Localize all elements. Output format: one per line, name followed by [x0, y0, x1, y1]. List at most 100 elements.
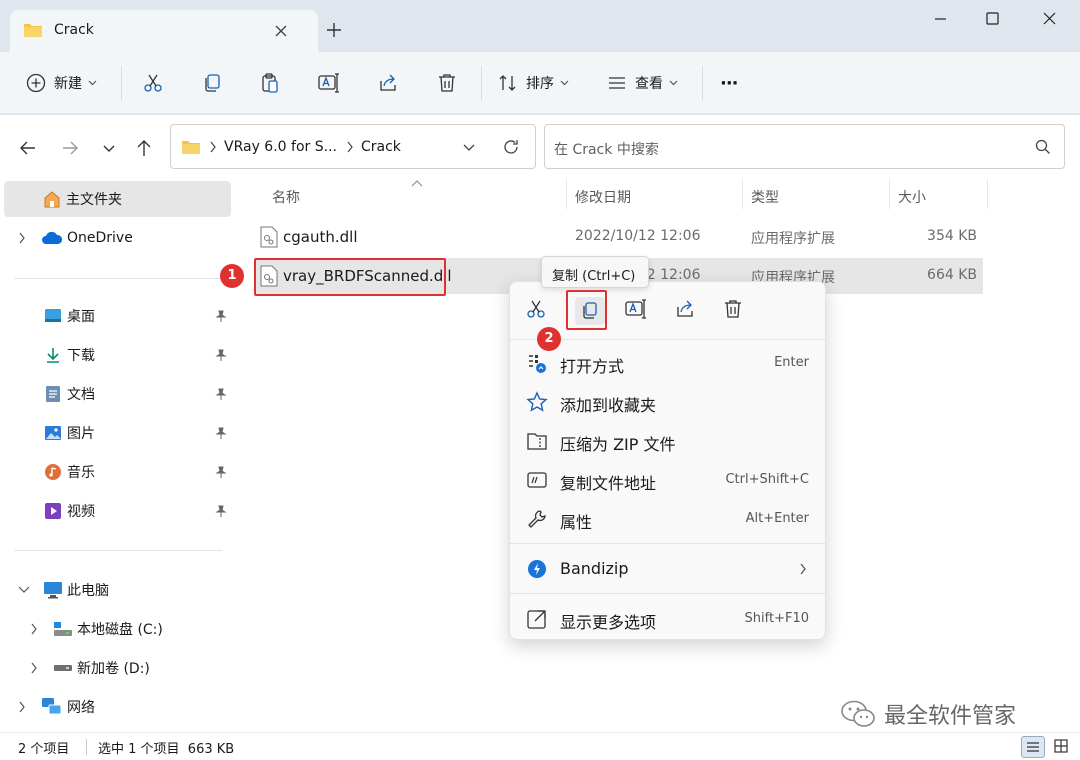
ctx-copy-path[interactable]: 复制文件地址 Ctrl+Shift+C: [510, 461, 827, 499]
ctx-delete-button[interactable]: [722, 298, 748, 324]
share-button[interactable]: [377, 68, 399, 98]
ctx-item-label: 复制文件地址: [560, 474, 657, 493]
sidebar-item-label: 下载: [67, 348, 95, 364]
back-button[interactable]: [17, 137, 39, 159]
sidebar-item-videos[interactable]: 视频: [0, 493, 233, 529]
tab-crack[interactable]: Crack: [10, 10, 318, 52]
more-options-button[interactable]: ···: [720, 68, 738, 98]
chevron-right-icon[interactable]: [30, 623, 38, 635]
paste-button[interactable]: [259, 68, 281, 98]
details-view-button[interactable]: [1021, 736, 1045, 758]
breadcrumb-parent[interactable]: VRay 6.0 for S...: [224, 139, 337, 155]
ctx-open-with[interactable]: 打开方式 Enter: [510, 344, 827, 382]
picture-icon: [44, 425, 62, 441]
rename-button[interactable]: [317, 68, 341, 98]
forward-button[interactable]: [59, 137, 81, 159]
column-header-date[interactable]: 修改日期: [575, 187, 631, 207]
ctx-item-label: 添加到收藏夹: [560, 396, 657, 415]
recent-locations-button[interactable]: [98, 137, 120, 159]
pin-icon[interactable]: [214, 387, 228, 401]
copy-path-icon: [526, 469, 548, 491]
chevron-right-icon[interactable]: [30, 662, 38, 674]
show-more-icon: [526, 608, 548, 630]
sidebar-item-network[interactable]: 网络: [0, 689, 233, 725]
address-history-icon[interactable]: [461, 139, 477, 155]
sidebar-item-desktop[interactable]: 桌面: [0, 298, 233, 334]
view-button[interactable]: 查看: [607, 68, 678, 98]
ctx-compress-zip[interactable]: 压缩为 ZIP 文件: [510, 422, 827, 460]
pin-icon[interactable]: [214, 426, 228, 440]
ctx-show-more[interactable]: 显示更多选项 Shift+F10: [510, 600, 827, 638]
chevron-down-icon: [103, 145, 115, 152]
chevron-right-icon[interactable]: [18, 232, 26, 244]
new-label: 新建: [54, 76, 82, 92]
sidebar-item-documents[interactable]: 文档: [0, 376, 233, 412]
trash-icon: [725, 300, 741, 318]
close-window-button[interactable]: [1031, 8, 1067, 30]
pin-icon[interactable]: [214, 504, 228, 518]
folder-icon: [23, 22, 43, 38]
address-bar[interactable]: VRay 6.0 for S... Crack: [170, 124, 536, 169]
ctx-item-label: 显示更多选项: [560, 613, 657, 632]
sidebar-item-label: 网络: [67, 700, 95, 716]
minimize-button[interactable]: [922, 8, 958, 30]
sidebar-item-onedrive[interactable]: OneDrive: [0, 220, 233, 256]
pin-icon[interactable]: [214, 309, 228, 323]
file-row[interactable]: cgauth.dll 2022/10/12 12:06 应用程序扩展 354 K…: [255, 219, 983, 255]
ctx-rename-button[interactable]: [624, 298, 650, 324]
search-icon[interactable]: [1035, 139, 1051, 155]
ctx-cut-button[interactable]: [525, 298, 551, 324]
cut-button[interactable]: [142, 68, 164, 98]
column-header-name[interactable]: 名称: [272, 187, 300, 207]
sort-button[interactable]: 排序: [498, 68, 569, 98]
sidebar-item-drive-c[interactable]: 本地磁盘 (C:): [0, 611, 233, 647]
chevron-down-icon[interactable]: [18, 586, 30, 594]
copy-icon: [205, 74, 220, 92]
sidebar-item-label: 视频: [67, 504, 95, 520]
cloud-icon: [41, 230, 63, 246]
maximize-button[interactable]: [974, 8, 1010, 30]
chevron-right-icon: [799, 562, 807, 576]
pin-icon[interactable]: [214, 465, 228, 479]
sidebar-item-label: 新加卷 (D:): [77, 661, 150, 677]
column-divider[interactable]: [889, 179, 890, 209]
new-tab-button[interactable]: [322, 18, 346, 42]
sidebar-item-label: 主文件夹: [66, 192, 122, 208]
arrow-up-icon: [137, 140, 151, 156]
sidebar-item-label: 图片: [67, 426, 95, 442]
ctx-bandizip[interactable]: Bandizip: [510, 550, 827, 588]
breadcrumb-current[interactable]: Crack: [361, 139, 401, 155]
file-type: 应用程序扩展: [751, 231, 835, 247]
column-header-size[interactable]: 大小: [898, 187, 926, 207]
up-button[interactable]: [133, 137, 155, 159]
column-divider[interactable]: [987, 179, 988, 209]
search-box[interactable]: 在 Crack 中搜索: [544, 124, 1065, 169]
sidebar-item-this-pc[interactable]: 此电脑: [0, 572, 233, 608]
column-divider[interactable]: [742, 179, 743, 209]
close-tab-icon[interactable]: [272, 22, 292, 40]
column-divider[interactable]: [566, 179, 567, 209]
ctx-item-label: 压缩为 ZIP 文件: [560, 435, 676, 454]
chevron-right-icon[interactable]: [18, 701, 26, 713]
arrow-left-icon: [20, 141, 35, 155]
sidebar-item-music[interactable]: 音乐: [0, 454, 233, 490]
sidebar-item-drive-d[interactable]: 新加卷 (D:): [0, 650, 233, 686]
ctx-properties[interactable]: 属性 Alt+Enter: [510, 500, 827, 538]
status-divider: [86, 739, 87, 755]
ctx-add-favorite[interactable]: 添加到收藏夹: [510, 383, 827, 421]
refresh-icon[interactable]: [501, 137, 521, 157]
title-bar: Crack: [0, 0, 1080, 52]
open-with-icon: [526, 352, 548, 374]
pin-icon[interactable]: [214, 348, 228, 362]
new-button[interactable]: 新建: [26, 68, 97, 98]
copy-button[interactable]: [201, 68, 223, 98]
sidebar-item-pictures[interactable]: 图片: [0, 415, 233, 451]
ctx-share-button[interactable]: [674, 298, 700, 324]
download-icon: [44, 346, 62, 364]
sidebar-item-downloads[interactable]: 下载: [0, 337, 233, 373]
delete-button[interactable]: [436, 68, 458, 98]
sidebar-item-label: 本地磁盘 (C:): [77, 622, 163, 638]
sidebar-item-home[interactable]: 主文件夹: [4, 181, 231, 217]
tiles-view-button[interactable]: [1050, 736, 1074, 758]
column-header-type[interactable]: 类型: [751, 187, 779, 207]
